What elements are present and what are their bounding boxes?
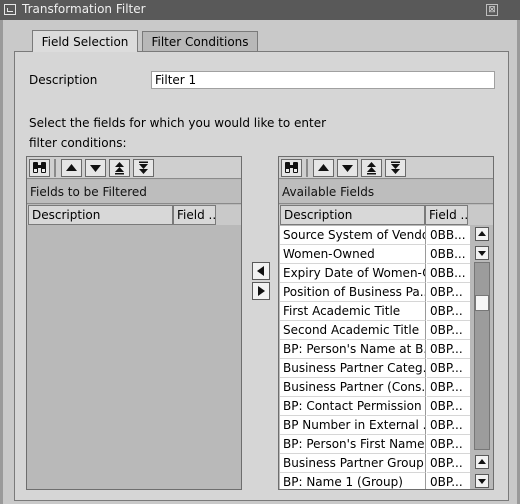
- column-header-field[interactable]: Field ...: [425, 205, 468, 225]
- cell-description: BP: Person's Name at B...: [280, 340, 426, 359]
- table-row[interactable]: BP: Person's First Name 0BP...: [280, 435, 470, 454]
- toolbar-separator: [54, 159, 56, 177]
- cell-field: 0BP...: [427, 283, 470, 302]
- scrollbar-thumb[interactable]: [475, 295, 489, 311]
- fields-to-be-filtered-title: Fields to be Filtered: [27, 180, 241, 204]
- cell-description: Source System of Vendor: [280, 226, 426, 245]
- tab-field-selection[interactable]: Field Selection: [32, 30, 138, 52]
- instruction-text-line-1: Select the fields for which you would li…: [29, 116, 327, 130]
- cell-description: BP: Person's First Name: [280, 435, 426, 454]
- binoculars-icon[interactable]: [281, 159, 302, 177]
- cell-field: 0BP...: [427, 302, 470, 321]
- cell-description: Women-Owned: [280, 245, 426, 264]
- scrollbar-track[interactable]: [474, 262, 490, 450]
- window-menu-icon[interactable]: [4, 4, 16, 15]
- cell-description: Position of Business Pa...: [280, 283, 426, 302]
- table-row[interactable]: Source System of Vendor 0BB...: [280, 226, 470, 245]
- cell-field: 0BP...: [427, 340, 470, 359]
- cell-description: BP Number in External ...: [280, 416, 426, 435]
- arrow-left-icon[interactable]: [252, 262, 270, 280]
- scroll-page-up-icon[interactable]: [475, 455, 489, 469]
- cell-description: Business Partner Group...: [280, 454, 426, 473]
- description-label: Description: [29, 73, 98, 87]
- table-row[interactable]: BP: Person's Name at B... 0BP...: [280, 340, 470, 359]
- table-row[interactable]: Business Partner Categ... 0BP...: [280, 359, 470, 378]
- move-top-icon[interactable]: [361, 159, 382, 177]
- toolbar-separator: [306, 159, 308, 177]
- table-row[interactable]: BP: Name 1 (Group) 0BP...: [280, 473, 470, 489]
- arrow-down-icon[interactable]: [85, 159, 106, 177]
- table-row[interactable]: Business Partner Group... 0BP...: [280, 454, 470, 473]
- description-input[interactable]: Filter 1: [151, 71, 495, 89]
- arrow-down-icon[interactable]: [337, 159, 358, 177]
- scroll-page-down-icon[interactable]: [475, 474, 489, 488]
- table-row[interactable]: Women-Owned 0BB...: [280, 245, 470, 264]
- move-bottom-icon[interactable]: [385, 159, 406, 177]
- move-top-icon[interactable]: [109, 159, 130, 177]
- table-row[interactable]: Second Academic Title 0BP...: [280, 321, 470, 340]
- arrow-right-icon[interactable]: [252, 282, 270, 300]
- available-fields-title: Available Fields: [279, 180, 493, 204]
- cell-field: 0BB...: [427, 264, 470, 283]
- cell-field: 0BP...: [427, 473, 470, 489]
- column-header-description[interactable]: Description: [28, 205, 173, 225]
- cell-description: Business Partner (Cons...: [280, 378, 426, 397]
- right-toolbar: [279, 157, 493, 179]
- cell-description: BP: Name 1 (Group): [280, 473, 426, 489]
- available-fields-list: Source System of Vendor 0BB... Women-Owned…: [280, 226, 470, 489]
- arrow-up-icon[interactable]: [313, 159, 334, 177]
- available-fields-panel: Available Fields Description Field ... S…: [278, 156, 494, 490]
- close-icon[interactable]: ⊠: [486, 4, 498, 16]
- table-row[interactable]: BP Number in External ... 0BP...: [280, 416, 470, 435]
- cell-field: 0BP...: [427, 397, 470, 416]
- instruction-text-line-2: filter conditions:: [29, 136, 127, 150]
- cell-description: BP: Contact Permission: [280, 397, 426, 416]
- left-toolbar: [27, 157, 241, 179]
- left-table-header: Description Field ...: [27, 205, 241, 225]
- cell-field: 0BP...: [427, 454, 470, 473]
- table-row[interactable]: First Academic Title 0BP...: [280, 302, 470, 321]
- column-header-field[interactable]: Field ...: [173, 205, 216, 225]
- right-table-header: Description Field ...: [279, 205, 493, 225]
- left-table-body[interactable]: [27, 226, 241, 489]
- window-title: Transformation Filter: [22, 2, 146, 16]
- cell-field: 0BP...: [427, 435, 470, 454]
- binoculars-icon[interactable]: [29, 159, 50, 177]
- cell-field: 0BP...: [427, 416, 470, 435]
- cell-field: 0BP...: [427, 359, 470, 378]
- scroll-up-icon[interactable]: [475, 227, 489, 241]
- tab-filter-conditions[interactable]: Filter Conditions: [142, 31, 258, 51]
- arrow-up-icon[interactable]: [61, 159, 82, 177]
- scroll-down-icon[interactable]: [475, 246, 489, 260]
- table-row[interactable]: Expiry Date of Women-O...0BB...: [280, 264, 470, 283]
- cell-field: 0BB...: [427, 245, 470, 264]
- table-row[interactable]: Business Partner (Cons... 0BP...: [280, 378, 470, 397]
- fields-to-be-filtered-panel: Fields to be Filtered Description Field …: [26, 156, 242, 490]
- cell-field: 0BP...: [427, 378, 470, 397]
- table-row[interactable]: BP: Contact Permission 0BP...: [280, 397, 470, 416]
- cell-description: Expiry Date of Women-O...: [280, 264, 426, 283]
- move-bottom-icon[interactable]: [133, 159, 154, 177]
- table-row[interactable]: Position of Business Pa... 0BP...: [280, 283, 470, 302]
- cell-description: Business Partner Categ...: [280, 359, 426, 378]
- cell-description: First Academic Title: [280, 302, 426, 321]
- column-header-description[interactable]: Description: [280, 205, 425, 225]
- cell-description: Second Academic Title: [280, 321, 426, 340]
- cell-field: 0BB...: [427, 226, 470, 245]
- cell-field: 0BP...: [427, 321, 470, 340]
